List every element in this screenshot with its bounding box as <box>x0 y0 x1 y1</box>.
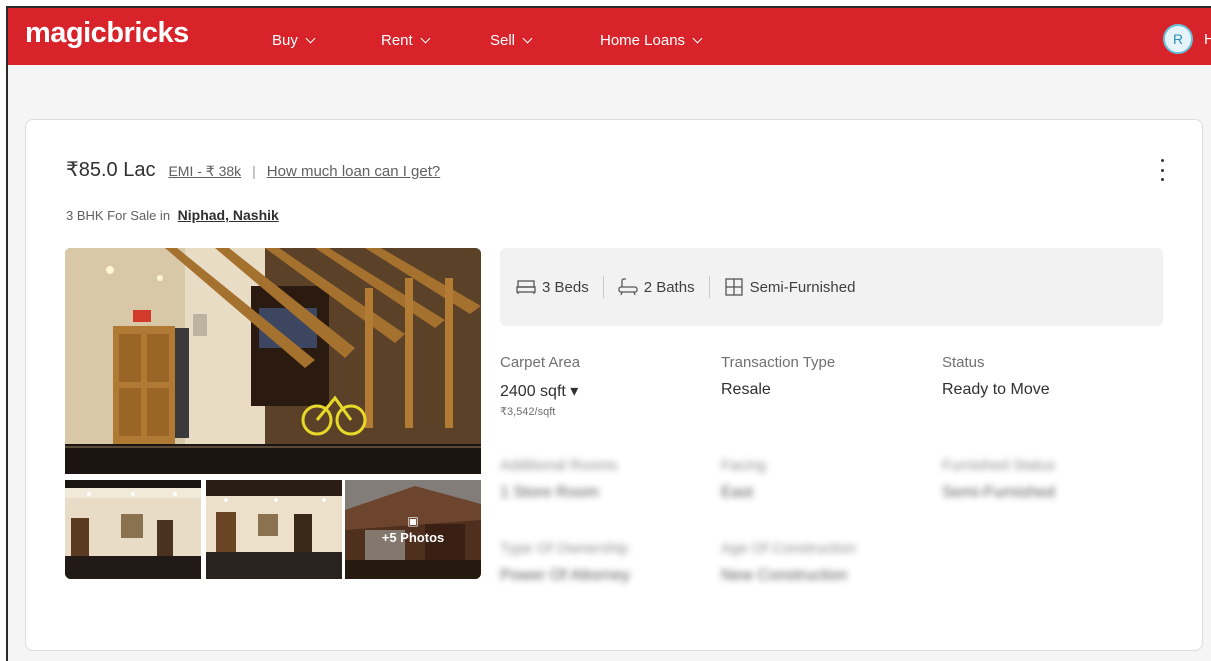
furnishing-icon <box>724 278 743 296</box>
divider <box>602 276 604 298</box>
attr-carpet-area: Carpet Area 2400 sqft ▾ ₹3,542/sqft <box>500 354 580 418</box>
nav-home-loans-label: Home Loans <box>600 32 686 49</box>
attr-value: 1 Store Room <box>500 484 599 501</box>
attr-value: Power Of Attorney <box>500 567 630 584</box>
beds-label: 3 Beds <box>542 278 589 296</box>
room-photo <box>65 480 201 579</box>
more-photos-count: +5 Photos <box>381 530 445 545</box>
bath-icon <box>618 278 638 296</box>
attr-value: New Construction <box>721 567 848 584</box>
thumbnail-photo[interactable] <box>206 480 342 579</box>
more-options-icon[interactable] <box>1154 159 1170 181</box>
property-subtitle: 3 BHK For Sale in Niphad, Nashik <box>66 207 279 223</box>
attr-value: Ready to Move <box>942 381 1050 398</box>
gallery-icon: ▣ <box>407 514 419 528</box>
staircase-photo <box>65 248 481 474</box>
attr-value: Semi-Furnished <box>942 484 1055 501</box>
chevron-down-icon <box>692 33 703 44</box>
attr-label: Type Of Ownership <box>500 540 629 557</box>
thumbnail-photo[interactable] <box>65 480 201 579</box>
attr-label: Facing <box>721 457 767 474</box>
nav-home-loans[interactable]: Home Loans <box>600 32 703 49</box>
user-name-truncated[interactable]: H <box>1204 31 1211 48</box>
attr-furnished-status: Furnished Status Semi-Furnished <box>942 457 1055 502</box>
nav-rent-label: Rent <box>381 32 413 49</box>
emi-link[interactable]: EMI - ₹ 38k <box>168 163 241 180</box>
loan-eligibility-link[interactable]: How much loan can I get? <box>267 163 440 180</box>
attr-label: Furnished Status <box>942 457 1056 474</box>
baths-summary: 2 Baths <box>618 278 695 296</box>
attr-status: Status Ready to Move <box>942 354 1050 399</box>
property-card[interactable]: ₹85.0 Lac EMI - ₹ 38k | How much loan ca… <box>25 119 1203 651</box>
divider: | <box>252 163 256 179</box>
attr-transaction-type: Transaction Type Resale <box>721 354 835 399</box>
property-summary: 3 Beds 2 Baths Semi-Furnished <box>500 248 1163 326</box>
magicbricks-logo[interactable]: magicbricks <box>25 17 189 50</box>
divider <box>708 276 710 298</box>
more-photos-overlay: ▣ +5 Photos <box>345 480 481 579</box>
attr-label: Carpet Area <box>500 354 581 371</box>
property-type: 3 BHK For Sale in <box>66 208 171 223</box>
attr-additional-rooms: Additional Rooms 1 Store Room <box>500 457 618 502</box>
nav-buy-label: Buy <box>272 32 298 49</box>
room-photo <box>206 480 342 579</box>
more-photos-thumbnail[interactable]: ▣ +5 Photos <box>345 480 481 579</box>
attr-age-of-construction: Age Of Construction New Construction <box>721 540 856 585</box>
nav-sell-label: Sell <box>490 32 516 49</box>
attr-value[interactable]: 2400 sqft ▾ <box>500 381 580 401</box>
furnishing-label: Semi-Furnished <box>749 278 856 296</box>
main-property-photo[interactable] <box>65 248 481 474</box>
attr-sub-value: ₹3,542/sqft <box>500 406 556 418</box>
user-avatar[interactable]: R <box>1163 24 1193 54</box>
attr-facing: Facing East <box>721 457 766 502</box>
beds-summary: 3 Beds <box>516 279 589 296</box>
nav-buy[interactable]: Buy <box>272 32 316 49</box>
property-price: ₹85.0 Lac <box>66 159 156 181</box>
top-header: magicbricks Buy Rent Sell Home Loans R H <box>8 8 1211 65</box>
chevron-down-icon <box>522 33 533 44</box>
attr-label: Transaction Type <box>721 354 836 371</box>
attr-ownership: Type Of Ownership Power Of Attorney <box>500 540 630 585</box>
attr-value: Resale <box>721 381 771 398</box>
bed-icon <box>516 280 536 294</box>
nav-rent[interactable]: Rent <box>381 32 431 49</box>
attr-label: Additional Rooms <box>500 457 618 474</box>
attr-label: Status <box>942 354 985 371</box>
attr-value: East <box>721 484 754 501</box>
attr-label: Age Of Construction <box>721 540 857 557</box>
furnishing-summary: Semi-Furnished <box>724 277 856 297</box>
chevron-down-icon <box>420 33 431 44</box>
price-row: ₹85.0 Lac EMI - ₹ 38k | How much loan ca… <box>66 157 440 182</box>
property-location-link[interactable]: Niphad, Nashik <box>178 207 279 223</box>
baths-label: 2 Baths <box>643 278 695 296</box>
chevron-down-icon <box>305 33 316 44</box>
nav-sell[interactable]: Sell <box>490 32 533 49</box>
